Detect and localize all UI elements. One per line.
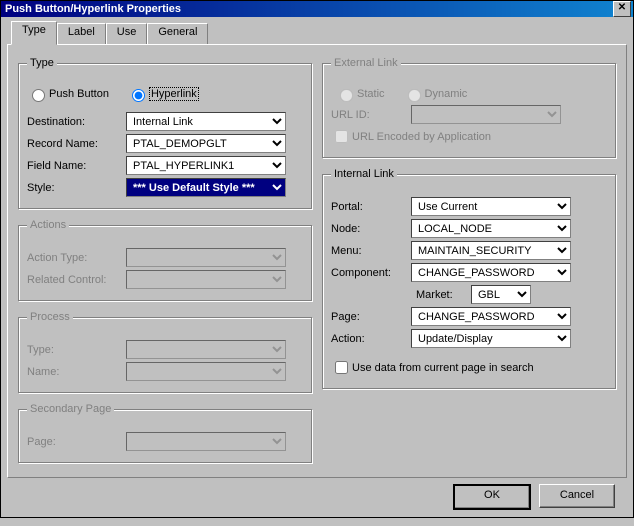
static-radio: Static xyxy=(335,86,385,102)
tab-use[interactable]: Use xyxy=(106,23,148,44)
field-name-select[interactable]: PTAL_HYPERLINK1 xyxy=(126,156,286,175)
page-label: Page: xyxy=(331,311,411,323)
market-select[interactable]: GBL xyxy=(471,285,531,304)
tab-label[interactable]: Label xyxy=(57,23,106,44)
action-select[interactable]: Update/Display xyxy=(411,329,571,348)
action-label: Action: xyxy=(331,333,411,345)
secondary-page-legend: Secondary Page xyxy=(27,403,114,415)
external-link-group: External Link Static Dynamic URL ID: xyxy=(322,57,616,158)
actions-legend: Actions xyxy=(27,219,69,231)
external-link-legend: External Link xyxy=(331,57,401,69)
use-data-checkbox[interactable]: Use data from current page in search xyxy=(331,358,534,377)
actions-group: Actions Action Type: Related Control: xyxy=(18,219,312,301)
url-id-select xyxy=(411,105,561,124)
process-group: Process Type: Name: xyxy=(18,311,312,393)
node-label: Node: xyxy=(331,223,411,235)
style-label: Style: xyxy=(27,182,126,194)
process-type-label: Type: xyxy=(27,344,126,356)
component-select[interactable]: CHANGE_PASSWORD xyxy=(411,263,571,282)
node-select[interactable]: LOCAL_NODE xyxy=(411,219,571,238)
tab-page-type: Type Push Button Hyperlink Destina xyxy=(7,44,627,478)
internal-link-legend: Internal Link xyxy=(331,168,397,180)
right-column: External Link Static Dynamic URL ID: xyxy=(322,53,616,469)
page-select[interactable]: CHANGE_PASSWORD xyxy=(411,307,571,326)
type-group: Type Push Button Hyperlink Destina xyxy=(18,57,312,209)
process-legend: Process xyxy=(27,311,73,323)
process-type-select xyxy=(126,340,286,359)
action-type-select xyxy=(126,248,286,267)
field-name-label: Field Name: xyxy=(27,160,126,172)
menu-label: Menu: xyxy=(331,245,411,257)
related-control-label: Related Control: xyxy=(27,274,126,286)
tab-type[interactable]: Type xyxy=(11,21,57,45)
secondary-page-group: Secondary Page Page: xyxy=(18,403,312,463)
market-label: Market: xyxy=(416,289,471,301)
record-name-select[interactable]: PTAL_DEMOPGLT xyxy=(126,134,286,153)
destination-select[interactable]: Internal Link xyxy=(126,112,286,131)
window-title: Push Button/Hyperlink Properties xyxy=(3,3,613,15)
tab-strip: Type Label Use General xyxy=(11,23,627,44)
dialog-window: Push Button/Hyperlink Properties ✕ Type … xyxy=(0,0,634,518)
record-name-label: Record Name: xyxy=(27,138,126,150)
menu-select[interactable]: MAINTAIN_SECURITY xyxy=(411,241,571,260)
dialog-footer: OK Cancel xyxy=(7,478,627,526)
url-encoded-checkbox: URL Encoded by Application xyxy=(331,127,491,146)
secondary-page-select xyxy=(126,432,286,451)
type-legend: Type xyxy=(27,57,57,69)
push-button-radio[interactable]: Push Button xyxy=(27,86,109,102)
internal-link-group: Internal Link Portal: Use Current Node: … xyxy=(322,168,616,389)
dynamic-radio: Dynamic xyxy=(403,86,468,102)
component-label: Component: xyxy=(331,267,411,279)
portal-select[interactable]: Use Current xyxy=(411,197,571,216)
style-select[interactable]: *** Use Default Style *** xyxy=(126,178,286,197)
portal-label: Portal: xyxy=(331,201,411,213)
process-name-select xyxy=(126,362,286,381)
title-bar: Push Button/Hyperlink Properties ✕ xyxy=(1,1,633,17)
destination-label: Destination: xyxy=(27,116,126,128)
related-control-select xyxy=(126,270,286,289)
url-id-label: URL ID: xyxy=(331,109,411,121)
cancel-button[interactable]: Cancel xyxy=(539,484,615,508)
close-icon[interactable]: ✕ xyxy=(613,1,631,17)
ok-button[interactable]: OK xyxy=(453,484,531,510)
process-name-label: Name: xyxy=(27,366,126,378)
client-area: Type Label Use General Type Push Button xyxy=(1,17,633,526)
action-type-label: Action Type: xyxy=(27,252,126,264)
left-column: Type Push Button Hyperlink Destina xyxy=(18,53,312,469)
secondary-page-label: Page: xyxy=(27,436,126,448)
tab-general[interactable]: General xyxy=(147,23,208,44)
hyperlink-radio[interactable]: Hyperlink xyxy=(127,86,199,102)
